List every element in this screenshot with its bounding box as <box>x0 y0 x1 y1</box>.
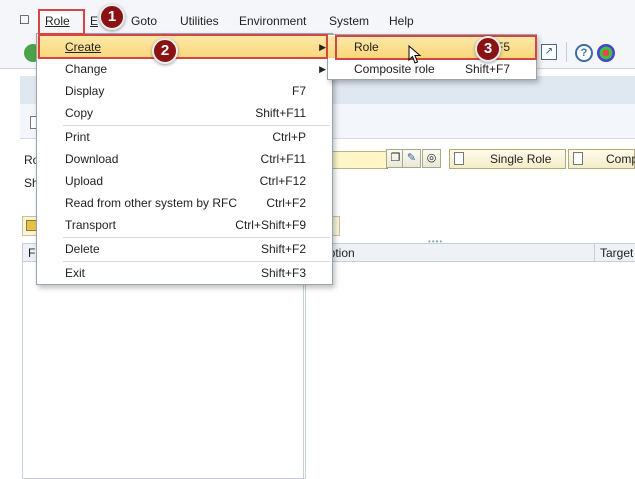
composite-role-label: Comp <box>606 152 635 166</box>
menu-item-label: Copy <box>65 106 94 120</box>
menu-item-copy[interactable]: Copy Shift+F11 <box>37 102 332 124</box>
callout-box-role-menu <box>38 9 85 35</box>
submenu-item-composite-role[interactable]: Composite role Shift+F7 <box>328 58 536 80</box>
menu-item-upload[interactable]: Upload Ctrl+F12 <box>37 170 332 192</box>
target-column-header[interactable]: Target <box>600 246 633 260</box>
menu-item-shortcut: Ctrl+P <box>272 130 306 144</box>
menu-item-download[interactable]: Download Ctrl+F11 <box>37 148 332 170</box>
callout-box-submenu-role <box>335 35 537 60</box>
panel-splitter[interactable] <box>303 262 304 478</box>
menu-item-label: Change <box>65 62 108 76</box>
menu-item-transport[interactable]: Transport Ctrl+Shift+F9 <box>37 214 332 236</box>
column-divider <box>594 243 595 262</box>
menu-item-shortcut: Ctrl+F12 <box>259 174 306 188</box>
menu-help[interactable]: Help <box>389 14 414 28</box>
menu-goto[interactable]: Goto <box>131 14 157 28</box>
single-role-label: Single Role <box>490 152 552 166</box>
menu-item-shortcut: F7 <box>291 84 306 98</box>
menu-item-shortcut: Ctrl+F11 <box>260 152 306 166</box>
help-icon[interactable]: ? <box>575 44 593 62</box>
menu-item-label: Exit <box>65 266 86 280</box>
menu-item-shortcut: Ctrl+F2 <box>266 196 306 210</box>
mouse-cursor-icon <box>408 45 422 64</box>
document-icon <box>454 152 464 165</box>
shortcut-icon[interactable]: ↗ <box>541 44 557 60</box>
window-menu-icon[interactable]: ☐ <box>19 13 30 27</box>
menu-item-label: Upload <box>65 174 104 188</box>
submenu-arrow-icon: ▶ <box>319 64 326 74</box>
callout-badge-1: 1 <box>99 4 125 30</box>
left-column-header: F <box>28 246 36 260</box>
menu-item-print[interactable]: Print Ctrl+P <box>37 126 332 148</box>
menu-item-shortcut: Ctrl+Shift+F9 <box>235 218 306 232</box>
role-input[interactable] <box>327 151 388 169</box>
toolbar-divider <box>566 42 567 62</box>
callout-badge-2: 2 <box>152 38 178 64</box>
document-icon <box>573 152 583 165</box>
menu-utilities[interactable]: Utilities <box>180 14 219 28</box>
edit-pencil-icon[interactable]: ✎ <box>402 149 421 168</box>
menu-item-shortcut: Shift+F3 <box>260 266 306 280</box>
display-glasses-icon[interactable]: ◎ <box>422 149 441 168</box>
menu-edit[interactable]: E <box>90 14 98 28</box>
single-role-button[interactable]: Single Role <box>449 149 566 169</box>
callout-box-create <box>38 34 328 59</box>
callout-badge-3: 3 <box>475 36 501 62</box>
menu-item-label: Delete <box>65 242 100 256</box>
menu-item-exit[interactable]: Exit Shift+F3 <box>37 262 332 284</box>
menu-item-change[interactable]: Change ▶ <box>37 58 332 80</box>
menu-item-label: Transport <box>65 218 116 232</box>
menu-item-label: Print <box>65 130 90 144</box>
settings-icon[interactable] <box>597 44 615 62</box>
menu-item-label: Download <box>65 152 119 166</box>
menu-item-shortcut: Shift+F2 <box>260 242 306 256</box>
menu-item-display[interactable]: Display F7 <box>37 80 332 102</box>
menu-item-label: Display <box>65 84 105 98</box>
composite-role-button[interactable]: Comp <box>568 149 635 169</box>
menu-item-label: Composite role <box>354 62 435 76</box>
menu-system[interactable]: System <box>329 14 369 28</box>
role-dropdown-menu: Create ▶ Change ▶ Display F7 Copy Shift+… <box>36 33 333 285</box>
menu-environment[interactable]: Environment <box>239 14 306 28</box>
right-table-header: cription Target <box>304 243 635 262</box>
menu-item-label: Read from other system by RFC <box>65 196 238 210</box>
menu-item-shortcut: Shift+F11 <box>255 106 306 120</box>
menu-item-delete[interactable]: Delete Shift+F2 <box>37 238 332 260</box>
menu-item-read-rfc[interactable]: Read from other system by RFC Ctrl+F2 <box>37 192 332 214</box>
